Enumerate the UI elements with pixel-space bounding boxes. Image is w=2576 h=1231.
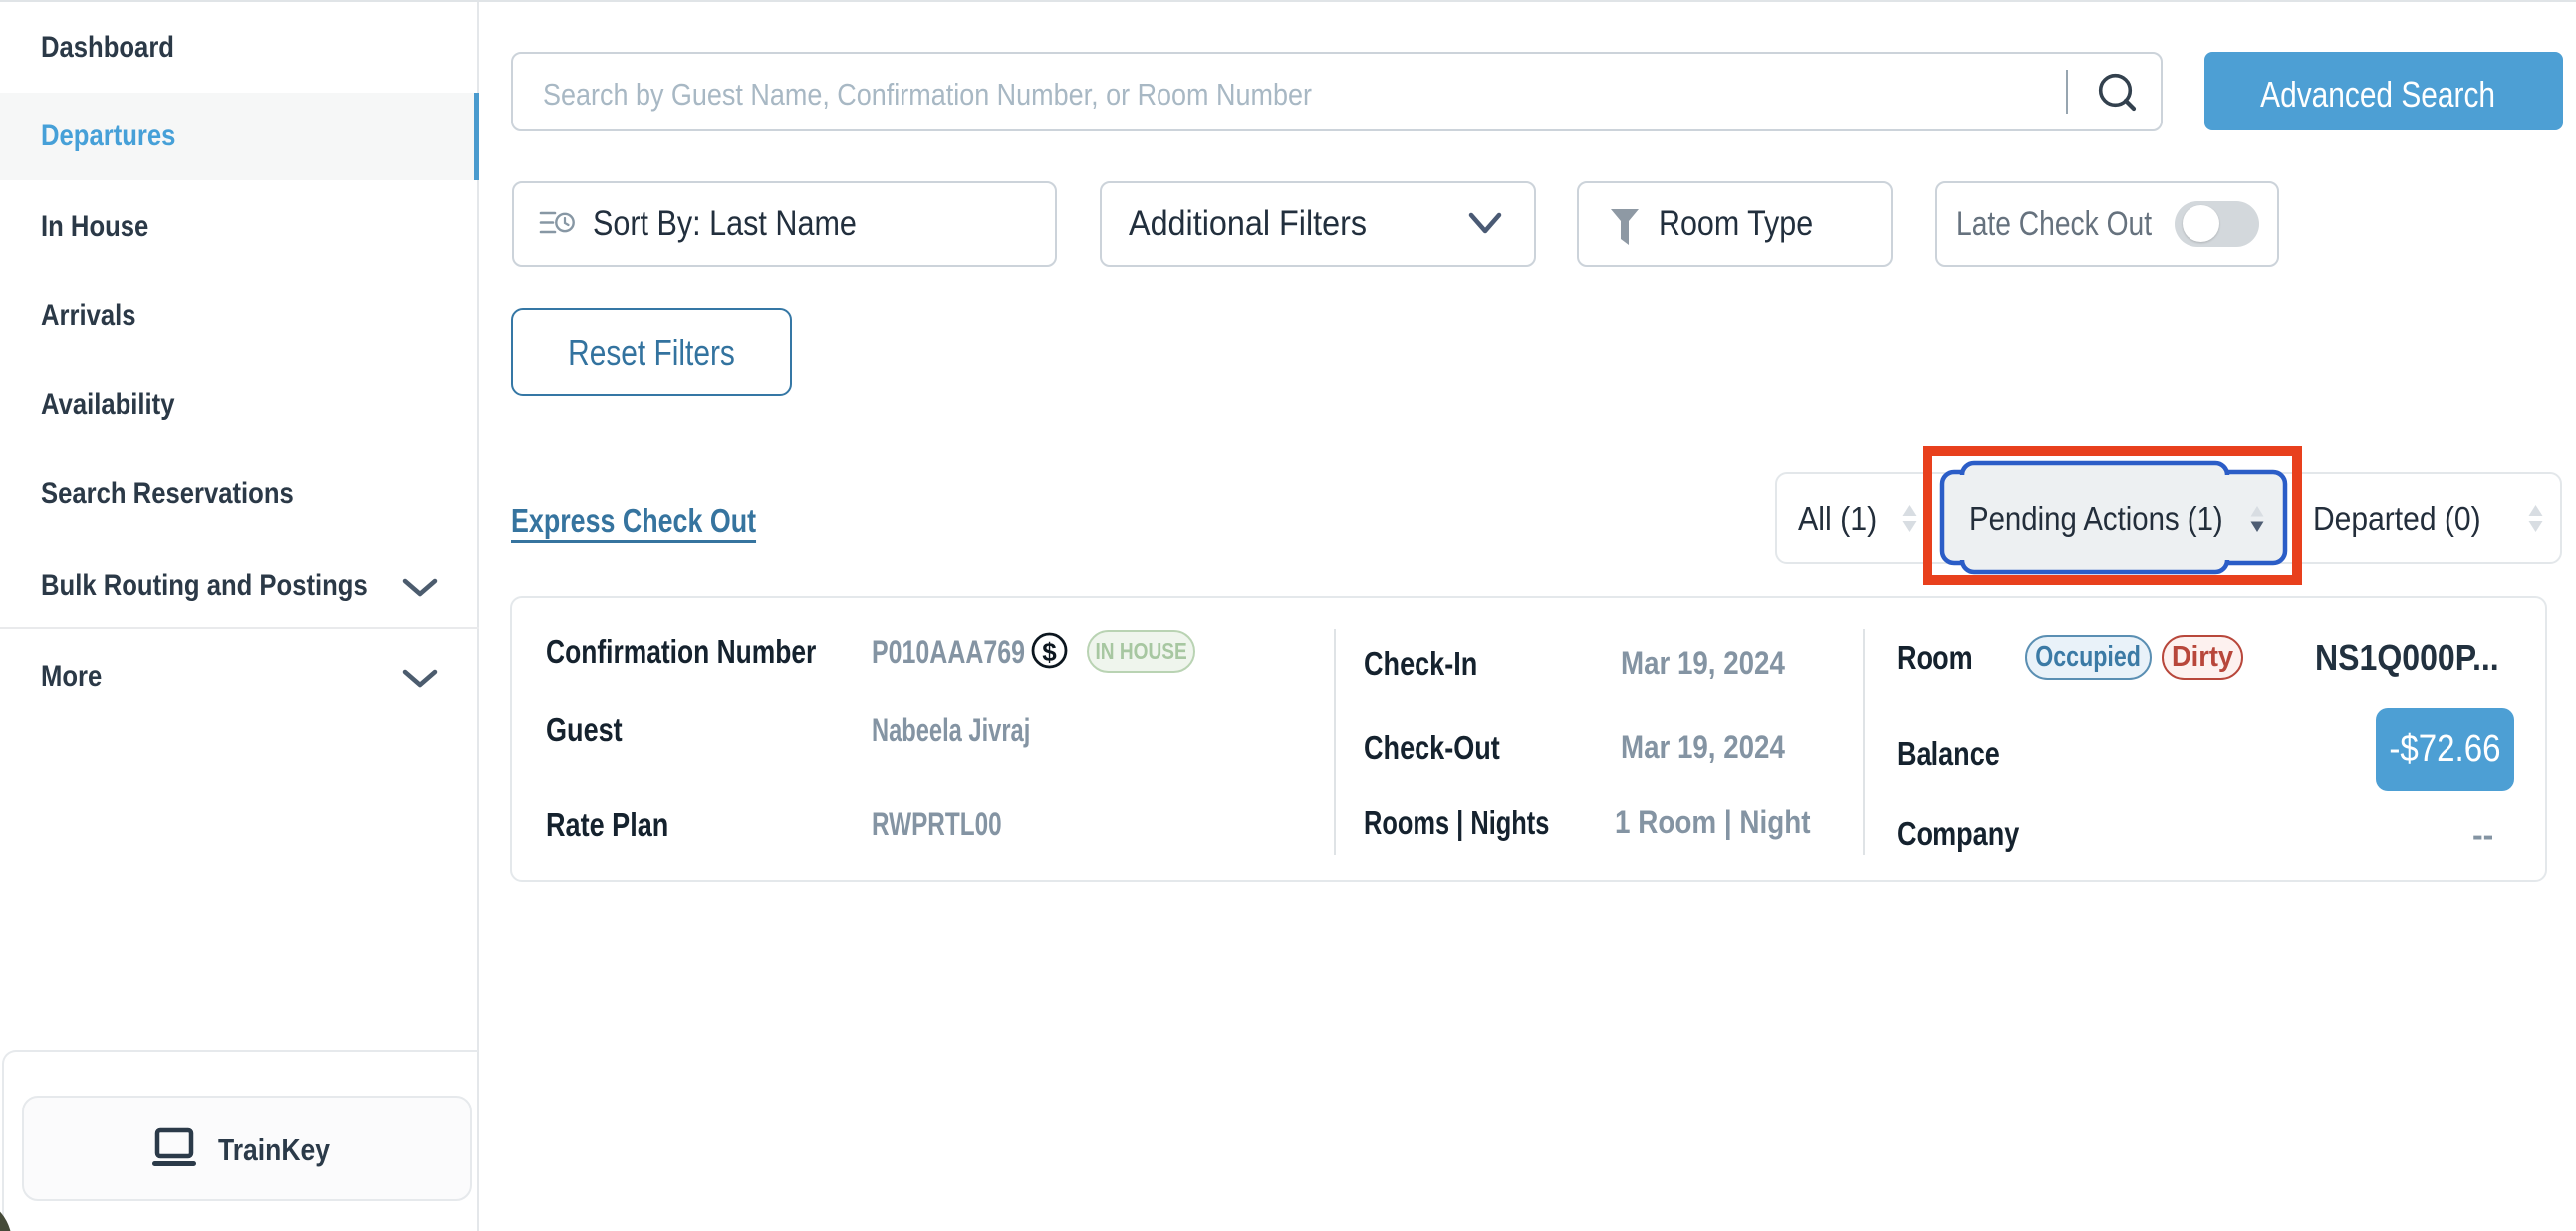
svg-text:$: $ xyxy=(1042,637,1057,667)
